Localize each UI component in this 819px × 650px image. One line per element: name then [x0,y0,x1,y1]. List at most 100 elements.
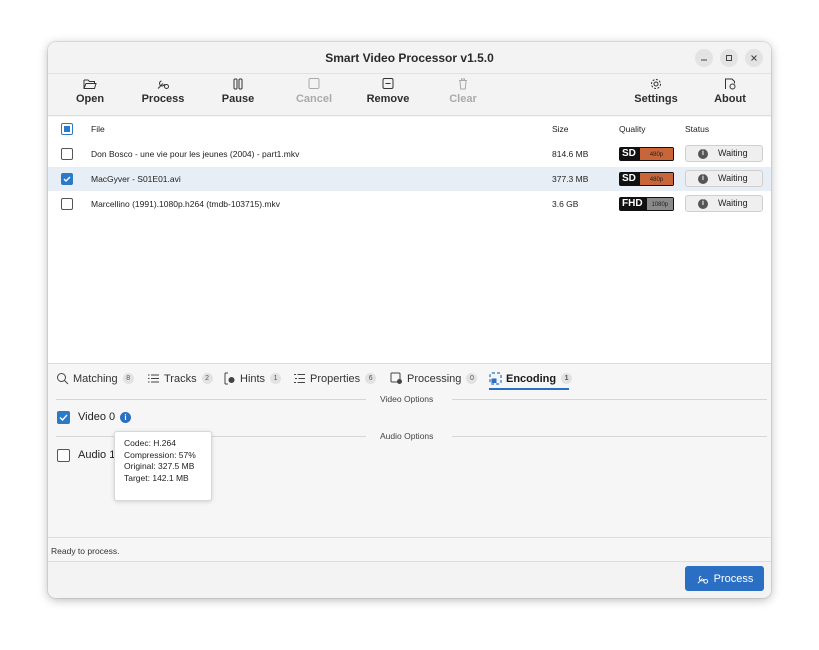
table-row[interactable]: MacGyver - S01E01.avi 377.3 MB SD 480p i… [48,167,771,191]
process-button-label: Process [713,572,754,585]
divider [56,399,366,400]
file-name: Don Bosco - une vie pour les jeunes (200… [91,149,300,159]
info-icon[interactable]: i [120,412,131,423]
process-button[interactable]: Process [685,566,764,591]
tab-label: Processing [407,372,462,385]
quality-badge: SD 480p [619,172,674,186]
stop-square-icon [308,78,320,89]
status-label: Waiting [718,173,748,183]
clear-button[interactable]: Clear [433,78,493,105]
row-checkbox[interactable] [61,198,73,210]
tab-matching[interactable]: Matching 8 [56,372,134,385]
audio-options-heading: Audio Options [380,431,434,441]
folder-open-icon [83,79,97,89]
info-icon: i [698,174,708,184]
tab-hints[interactable]: Hints 1 [223,372,282,385]
video-track-checkbox[interactable] [57,411,70,424]
open-label: Open [75,93,105,105]
about-button[interactable]: About [700,78,760,105]
checkmark-icon [63,176,71,182]
minimize-button[interactable] [695,49,713,67]
tab-label: Hints [240,372,266,385]
close-button[interactable] [745,49,763,67]
row-checkbox[interactable] [61,173,73,185]
hint-icon [224,372,235,385]
column-header-quality[interactable]: Quality [619,124,645,134]
toolbar: Open Process Pause Cancel Remove Clear S… [48,74,771,116]
processing-icon [390,372,402,384]
column-header-size[interactable]: Size [552,124,569,134]
minimize-icon [701,59,707,61]
file-name: MacGyver - S01E01.avi [91,174,181,184]
wrench-gear-icon [697,575,708,584]
resolution-label: 480p [638,147,674,161]
window-title: Smart Video Processor v1.5.0 [325,51,494,65]
tab-processing[interactable]: Processing 0 [390,372,478,385]
remove-button[interactable]: Remove [358,78,418,105]
pause-label: Pause [221,93,255,105]
row-checkbox[interactable] [61,148,73,160]
select-all-checkbox[interactable] [61,123,73,135]
video-track-label: Video 0 [78,411,116,423]
pause-button[interactable]: Pause [208,78,268,105]
minus-square-icon [382,78,394,89]
file-list-header: File Size Quality Status [48,117,771,141]
tab-count-badge: 1 [561,373,573,384]
about-icon [725,78,736,90]
tab-label: Matching [73,372,118,385]
tab-label: Encoding [506,372,557,385]
resolution-label: 480p [638,172,674,186]
audio-track-checkbox[interactable] [57,449,70,462]
checkmark-icon [59,414,68,422]
quality-label: FHD [619,197,646,211]
maximize-button[interactable] [720,49,738,67]
footer-bar: Process [48,561,771,598]
clear-label: Clear [449,93,477,105]
list-icon [148,374,159,383]
wrench-gear-icon [157,80,169,89]
quality-label: SD [619,147,639,161]
status-button[interactable]: i Waiting [685,195,763,212]
tooltip-target: Target: 142.1 MB [124,472,189,483]
process-toolbar-label: Process [141,93,185,105]
settings-label: Settings [634,93,678,105]
divider [452,399,767,400]
file-name: Marcellino (1991).1080p.h264 (tmdb-10371… [91,199,280,209]
cancel-label: Cancel [295,93,333,105]
audio-track-label: Audio 1 [78,449,116,461]
process-toolbar-button[interactable]: Process [133,78,193,105]
trash-icon [459,78,467,90]
close-icon [751,55,757,61]
quality-label: SD [619,172,639,186]
status-button[interactable]: i Waiting [685,145,763,162]
cancel-button[interactable]: Cancel [284,78,344,105]
properties-icon [294,374,305,383]
video-options-heading: Video Options [380,394,434,404]
column-header-file[interactable]: File [91,124,105,134]
gear-icon [651,79,661,89]
tab-label: Tracks [164,372,197,385]
quality-badge: FHD 1080p [619,197,674,211]
table-row[interactable]: Don Bosco - une vie pour les jeunes (200… [48,142,771,166]
tab-label: Properties [310,372,361,385]
encoding-icon [489,372,502,385]
open-button[interactable]: Open [60,78,120,105]
column-header-status[interactable]: Status [685,124,709,134]
table-row[interactable]: Marcellino (1991).1080p.h264 (tmdb-10371… [48,192,771,216]
tab-tracks[interactable]: Tracks 2 [147,372,213,385]
info-icon: i [698,199,708,209]
maximize-icon [726,55,732,61]
file-size: 814.6 MB [552,149,589,159]
tab-properties[interactable]: Properties 6 [293,372,377,385]
encoding-tooltip: Codec: H.264 Compression: 57% Original: … [114,431,212,501]
status-button[interactable]: i Waiting [685,170,763,187]
resolution-label: 1080p [645,197,674,211]
detail-tabs: Matching 8 Tracks 2 Hints 1 Properties 6… [48,363,771,393]
title-bar[interactable]: Smart Video Processor v1.5.0 [48,42,771,74]
status-text: Ready to process. [51,546,120,556]
settings-button[interactable]: Settings [626,78,686,105]
info-icon: i [698,149,708,159]
tab-encoding[interactable]: Encoding 1 [489,372,573,385]
active-tab-indicator [489,388,569,390]
file-size: 377.3 MB [552,174,589,184]
